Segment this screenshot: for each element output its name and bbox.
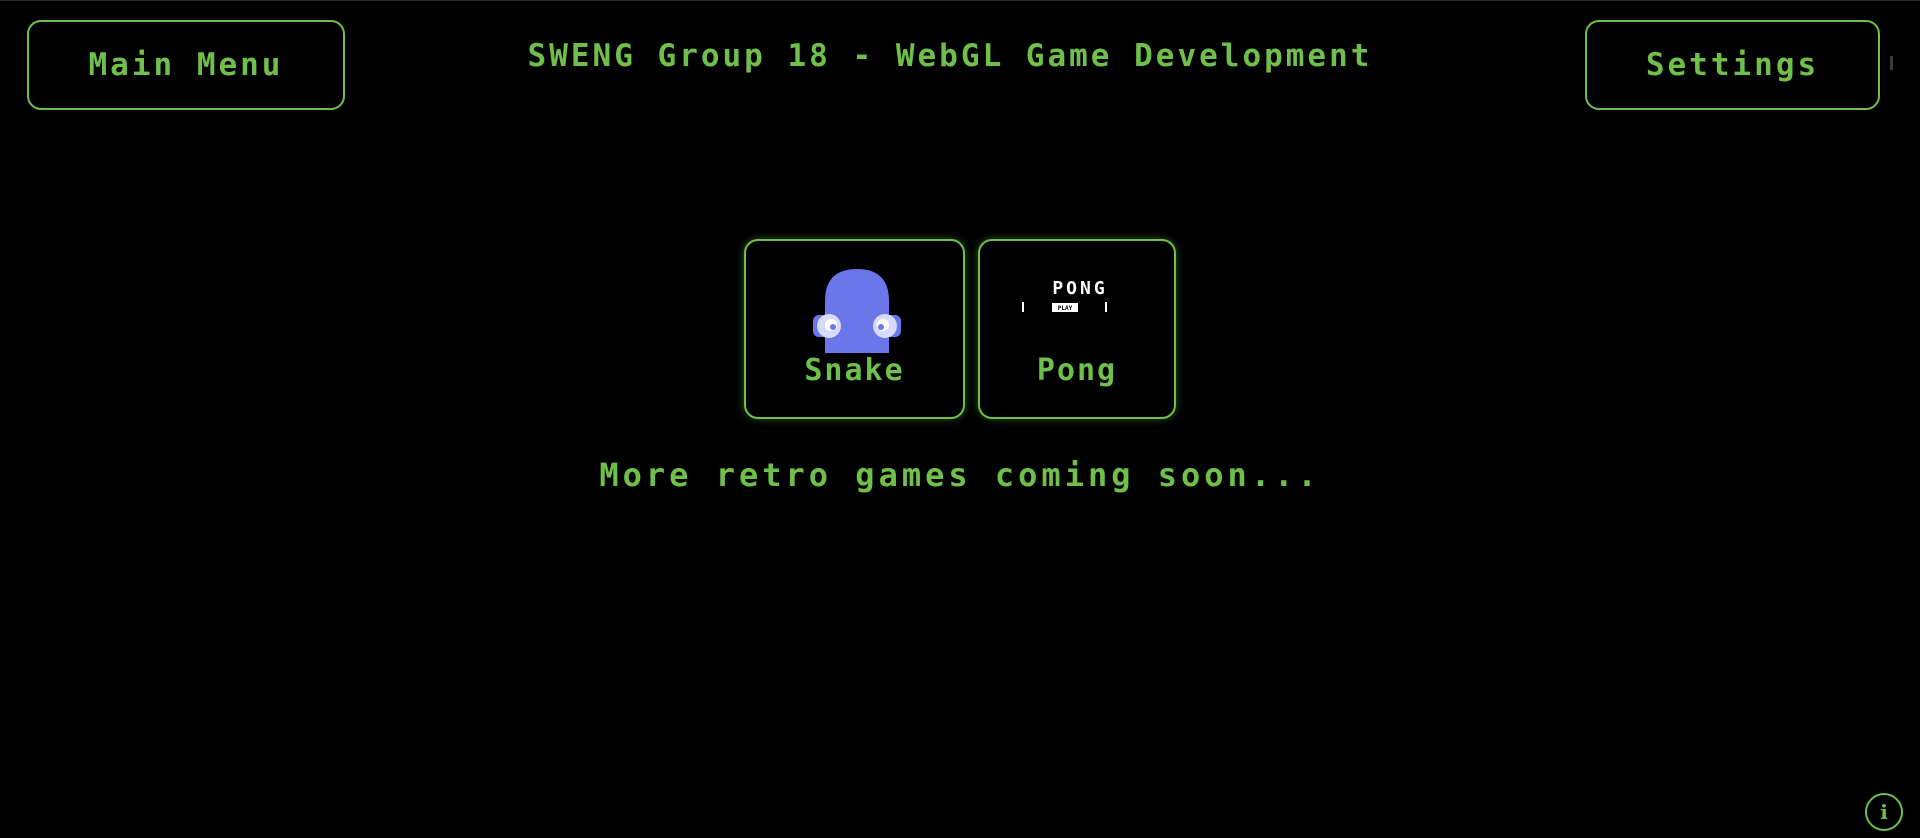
game-card-snake[interactable]: Snake [744,239,965,419]
main-menu-button[interactable]: Main Menu [27,20,345,110]
pong-thumb-play: PLAY [1058,305,1073,312]
page-title: SWENG Group 18 - WebGL Game Development [527,38,1373,74]
ghost-icon [813,269,901,353]
info-icon: i [1880,800,1888,824]
coming-soon-text: More retro games coming soon... [599,456,1321,494]
info-button[interactable]: i [1865,793,1903,831]
svg-text:i: i [1880,800,1888,824]
game-card-pong[interactable]: PONG PLAY Pong [978,239,1176,419]
game-label-snake: Snake [804,353,905,388]
pong-thumbnail: PONG PLAY [1022,278,1107,312]
top-border [0,0,1920,1]
scroll-indicator [1890,56,1893,70]
game-label-pong: Pong [1036,353,1118,388]
pong-thumb-title: PONG [1052,278,1107,299]
settings-button[interactable]: Settings [1585,20,1880,110]
